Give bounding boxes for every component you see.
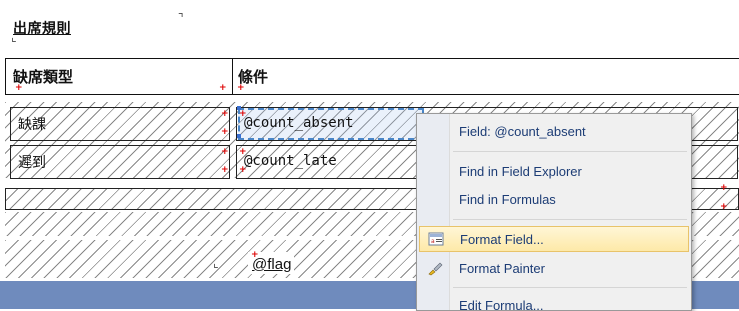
- menu-item-label: Format Field...: [460, 232, 544, 247]
- flag-bracket-left: ⌞: [213, 256, 219, 270]
- handle-marker: +: [720, 202, 728, 212]
- header-divider: [232, 58, 233, 94]
- menu-separator: [453, 219, 687, 220]
- format-field-icon: a: [428, 231, 444, 247]
- field-bracket-right: ⌝: [178, 11, 184, 25]
- handle-marker: +: [221, 165, 229, 175]
- handle-marker: +: [239, 109, 247, 119]
- context-menu: Field: @count_absent Find in Field Explo…: [416, 113, 692, 311]
- handle-marker: +: [219, 83, 227, 93]
- handle-marker: +: [251, 250, 259, 260]
- section-title: 出席規則: [13, 21, 71, 37]
- handle-marker: +: [239, 165, 247, 175]
- menu-item-find-field-explorer[interactable]: Find in Field Explorer: [419, 159, 689, 185]
- row1-condition-field[interactable]: @count_absent: [244, 115, 354, 131]
- handle-marker: +: [720, 183, 728, 193]
- menu-separator: [453, 151, 687, 152]
- menu-separator: [453, 287, 687, 288]
- menu-item-label: Find in Formulas: [459, 192, 556, 207]
- menu-item-format-painter[interactable]: Format Painter: [419, 256, 689, 282]
- row2-condition-field[interactable]: @count_late: [244, 153, 337, 169]
- menu-item-label: Format Painter: [459, 261, 545, 276]
- header-bottom-rule: [5, 94, 739, 95]
- header-top-rule: [5, 58, 739, 59]
- format-painter-icon: [427, 260, 443, 276]
- menu-item-format-field[interactable]: a Format Field...: [419, 226, 689, 252]
- menu-item-field-name[interactable]: Field: @count_absent: [419, 119, 689, 145]
- handle-marker: +: [221, 109, 229, 119]
- handle-marker: +: [239, 147, 247, 157]
- selection-handle[interactable]: [237, 134, 241, 138]
- handle-marker: +: [221, 147, 229, 157]
- svg-text:a: a: [431, 238, 435, 245]
- handle-marker: +: [221, 127, 229, 137]
- handle-marker: +: [237, 83, 245, 93]
- menu-item-label: Edit Formula...: [459, 298, 544, 311]
- menu-item-label: Field: @count_absent: [459, 124, 586, 139]
- menu-item-label: Find in Field Explorer: [459, 164, 582, 179]
- header-left-border: [5, 58, 6, 94]
- field-bracket-left: ⌞: [11, 30, 17, 44]
- row2-type-text: 遲到: [18, 155, 46, 171]
- handle-marker: +: [15, 83, 23, 93]
- row1-type-text: 缺課: [18, 117, 46, 133]
- menu-item-find-formulas[interactable]: Find in Formulas: [419, 187, 689, 213]
- menu-item-edit-formula[interactable]: Edit Formula...: [419, 293, 689, 311]
